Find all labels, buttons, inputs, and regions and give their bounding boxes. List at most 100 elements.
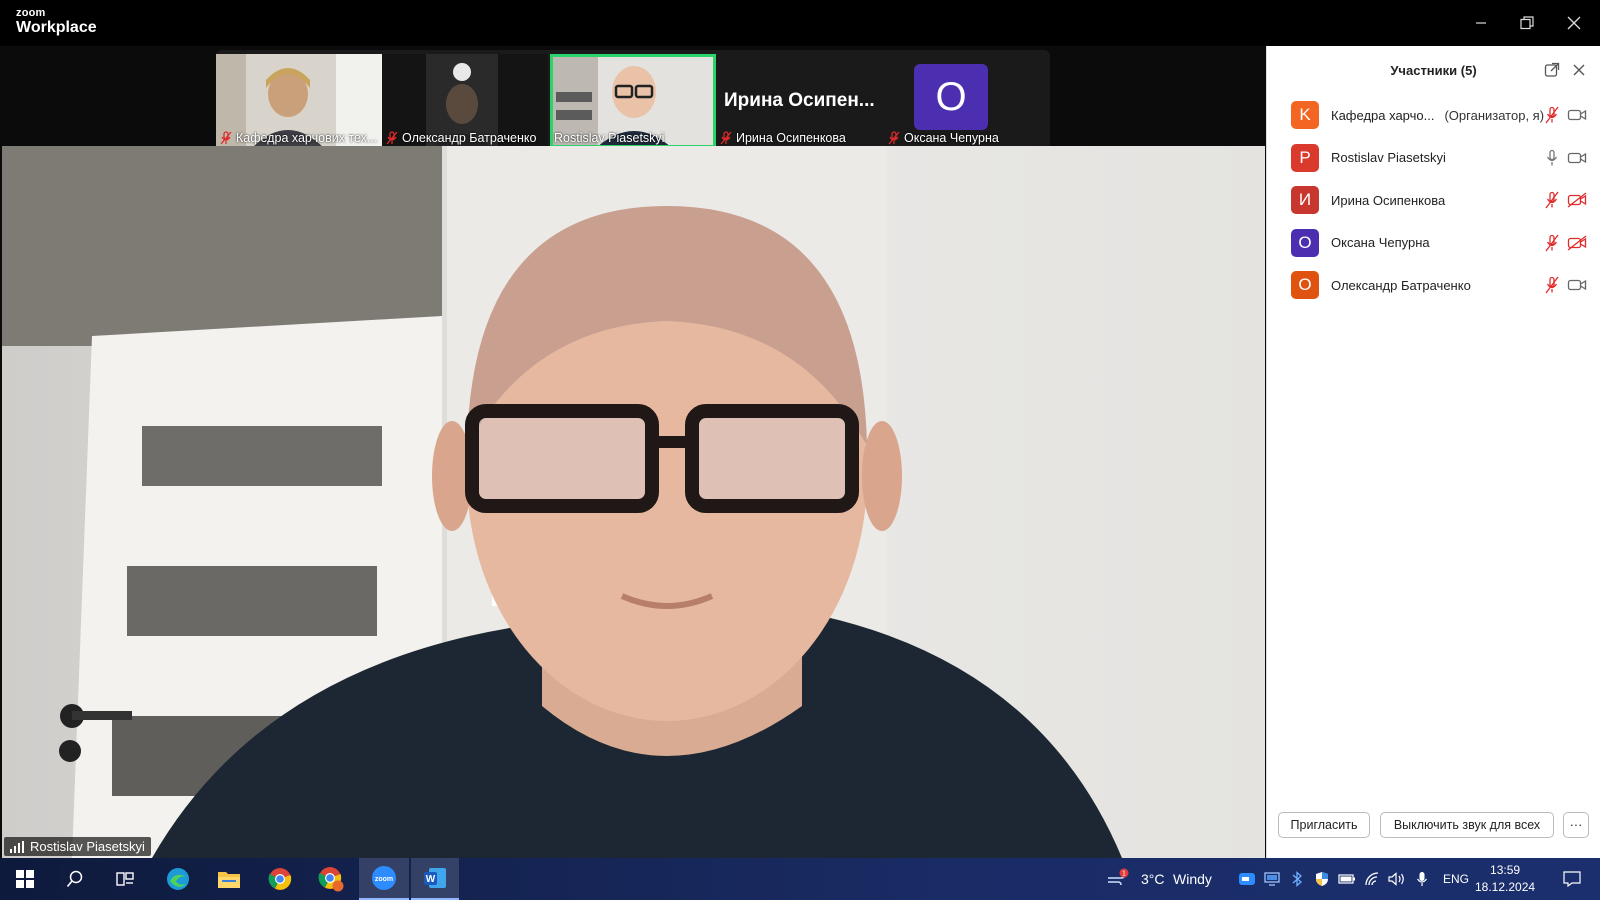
speaker-video-image (2, 146, 1265, 858)
language-indicator[interactable]: ENG (1443, 858, 1469, 900)
avatar: O (914, 64, 988, 130)
panel-header: Участники (5) (1267, 46, 1600, 94)
close-panel-button[interactable] (1569, 60, 1589, 80)
mic-muted-icon (386, 131, 398, 145)
microphone-tray-button[interactable] (1411, 858, 1433, 900)
zoom-tray-icon (1239, 873, 1255, 885)
zoom-app-icon: zoom (372, 866, 396, 890)
logo-bottom: Workplace (16, 19, 97, 36)
word-icon: W (424, 868, 446, 888)
thumbnail-name: Rostislav Piasetskyi (554, 131, 665, 145)
participant-row[interactable]: P Rostislav Piasetskyi (1267, 137, 1600, 180)
participants-panel: Участники (5) K Кафедра харчо... (Организ… (1266, 46, 1600, 858)
microphone-icon (1417, 872, 1427, 886)
notifications-button[interactable] (1552, 858, 1592, 900)
signal-strength-icon (10, 840, 24, 853)
weather-temp[interactable]: 3°C (1141, 858, 1165, 900)
chrome-icon (268, 868, 292, 890)
weather-description[interactable]: Windy (1173, 858, 1212, 900)
mic-muted-icon[interactable] (1544, 106, 1560, 124)
thumbnail-video-active[interactable]: Rostislav Piasetskyi (550, 54, 716, 148)
more-options-button[interactable]: ··· (1563, 812, 1589, 838)
weather-widget[interactable]: 1 (1103, 858, 1133, 900)
avatar: K (1291, 101, 1319, 130)
participant-row[interactable]: K Кафедра харчо... (Организатор, я) (1267, 94, 1600, 137)
video-stage: Кафедра харчових тех... Олександр Батрач… (0, 46, 1266, 858)
thumbnail-display-name: Ирина Осипен... (724, 90, 875, 111)
edge-app[interactable] (155, 858, 201, 900)
zoom-app[interactable]: zoom (359, 858, 409, 900)
thumbnail-strip: Кафедра харчових тех... Олександр Батрач… (216, 50, 1050, 148)
participant-name: Rostislav Piasetskyi (1331, 150, 1446, 166)
invite-button[interactable]: Пригласить (1278, 812, 1370, 838)
thumbnail-name: Оксана Чепурна (904, 131, 999, 145)
file-explorer-app[interactable] (206, 858, 252, 900)
restore-button[interactable] (1504, 0, 1550, 46)
participant-row[interactable]: O Олександр Батраченко (1267, 264, 1600, 307)
bluetooth-tray-button[interactable] (1286, 858, 1308, 900)
close-window-button[interactable] (1551, 0, 1597, 46)
logo-top: zoom (16, 7, 46, 19)
mic-on-icon[interactable] (1544, 149, 1560, 167)
wifi-icon (1365, 872, 1379, 886)
mic-muted-icon (720, 131, 732, 145)
close-icon (1567, 16, 1581, 30)
mic-muted-icon[interactable] (1544, 234, 1560, 252)
participant-row[interactable]: O Оксана Чепурна (1267, 222, 1600, 265)
notification-icon (1563, 871, 1581, 887)
battery-tray-button[interactable] (1336, 858, 1358, 900)
zoom-tray-button[interactable] (1236, 858, 1258, 900)
panel-footer: Пригласить Выключить звук для всех ··· (1267, 812, 1600, 840)
camera-on-icon[interactable] (1567, 277, 1587, 293)
thumbnail-caption: Оксана Чепурна (888, 131, 999, 145)
avatar: O (1291, 271, 1319, 300)
participant-name: Олександр Батраченко (1331, 277, 1471, 293)
popout-button[interactable] (1542, 60, 1562, 80)
folder-icon (218, 872, 240, 888)
clock[interactable]: 13:59 18.12.2024 (1475, 862, 1535, 896)
camera-off-icon[interactable] (1567, 192, 1587, 208)
panel-title: Участники (5) (1390, 62, 1477, 78)
volume-tray-button[interactable] (1386, 858, 1408, 900)
main-speaker-video[interactable]: Rostislav Piasetskyi (2, 146, 1265, 858)
thumbnail-name-only[interactable]: Ирина Осипен... Ирина Осипенкова (716, 54, 882, 148)
participant-name: Кафедра харчо... (1331, 107, 1435, 123)
speaker-label: Rostislav Piasetskyi (4, 837, 151, 856)
thumbnail-caption: Rostislav Piasetskyi (554, 131, 664, 145)
mic-muted-icon[interactable] (1544, 191, 1560, 209)
thumbnail-name: Ирина Осипенкова (736, 131, 846, 145)
participants-list: K Кафедра харчо... (Организатор, я) P Ros… (1267, 94, 1600, 307)
thumbnail-name: Кафедра харчових тех... (236, 131, 378, 145)
start-button[interactable] (2, 858, 48, 900)
participant-row[interactable]: И Ирина Осипенкова (1267, 179, 1600, 222)
thumbnail-avatar[interactable]: O Оксана Чепурна (884, 54, 1050, 148)
thumbnail-caption: Ирина Осипенкова (720, 131, 846, 145)
windows-logo-icon (16, 870, 34, 888)
minimize-button[interactable] (1458, 0, 1504, 46)
security-tray-button[interactable] (1311, 858, 1333, 900)
clock-date: 18.12.2024 (1475, 880, 1536, 894)
chrome-app[interactable] (257, 858, 303, 900)
thumbnail-name: Олександр Батраченко (402, 131, 537, 145)
word-app[interactable]: W (411, 858, 459, 900)
restore-icon (1520, 16, 1534, 30)
minimize-icon (1476, 22, 1486, 24)
chrome-profile-app[interactable] (308, 858, 354, 900)
thumbnail-video[interactable]: Кафедра харчових тех... (216, 54, 382, 148)
participant-role: (Организатор, я) (1444, 107, 1545, 123)
camera-on-icon[interactable] (1567, 107, 1587, 123)
mute-all-button[interactable]: Выключить звук для всех (1380, 812, 1554, 838)
mic-muted-icon (220, 131, 232, 145)
task-view-button[interactable] (102, 858, 148, 900)
camera-off-icon[interactable] (1567, 235, 1587, 251)
close-icon (1573, 64, 1585, 76)
thumbnail-caption: Олександр Батраченко (386, 131, 536, 145)
thumbnail-video[interactable]: Олександр Батраченко (382, 54, 548, 148)
mic-muted-icon[interactable] (1544, 276, 1560, 294)
monitor-tray-button[interactable] (1261, 858, 1283, 900)
camera-on-icon[interactable] (1567, 150, 1587, 166)
search-button[interactable] (52, 858, 98, 900)
bluetooth-icon (1292, 871, 1302, 887)
mic-muted-icon (888, 131, 900, 145)
wifi-tray-button[interactable] (1361, 858, 1383, 900)
